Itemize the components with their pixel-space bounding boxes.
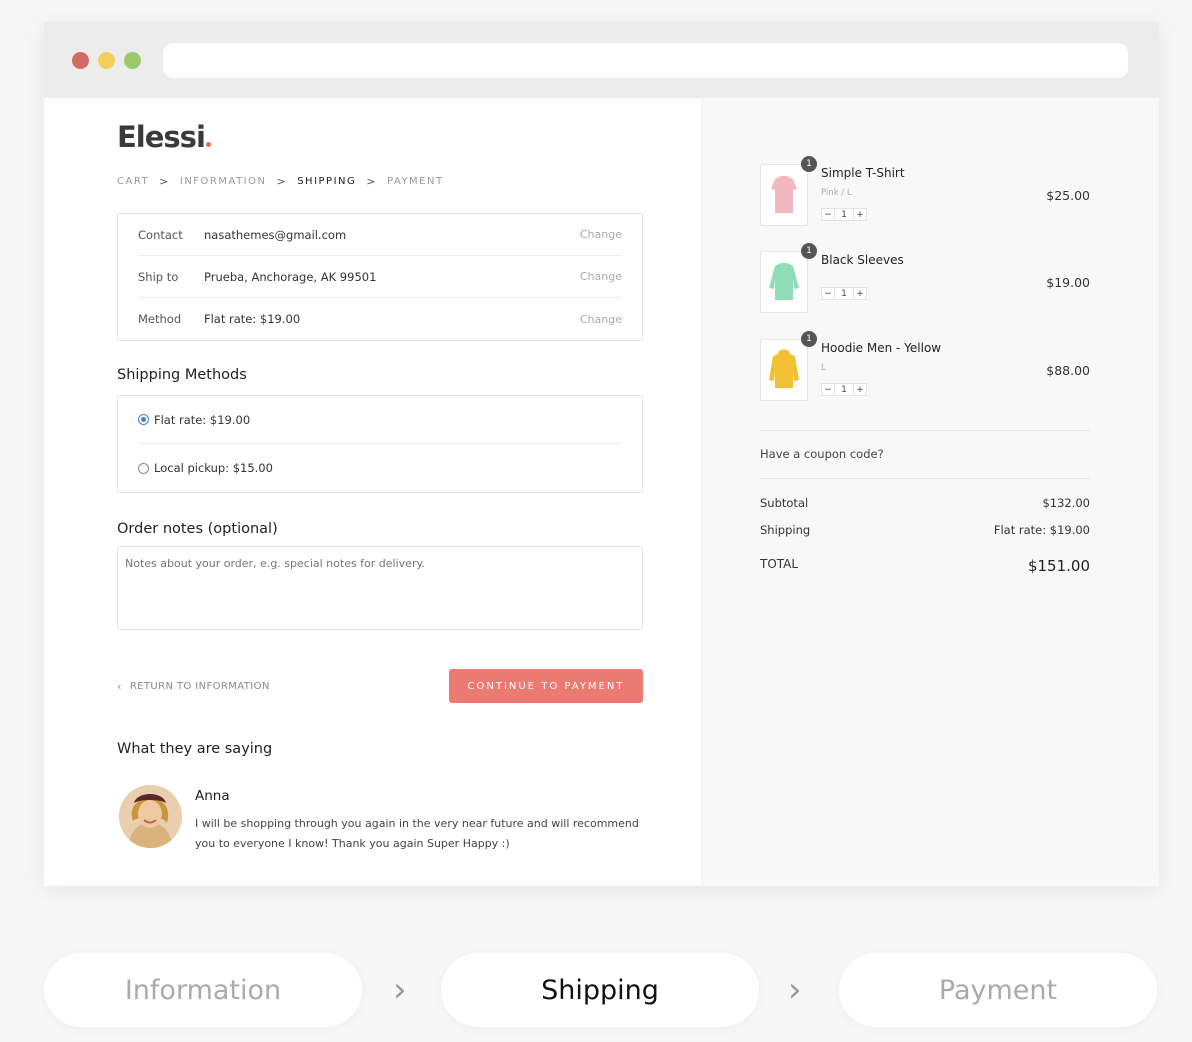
change-ship-to-link[interactable]: Change bbox=[580, 270, 622, 283]
flat-rate-label: Flat rate: $19.00 bbox=[154, 412, 251, 427]
quantity-badge: 1 bbox=[801, 243, 817, 259]
chevron-right-icon: > bbox=[159, 175, 170, 188]
tshirt-icon bbox=[771, 176, 797, 213]
item-variant: Pink / L bbox=[821, 188, 852, 198]
shipping-label: Shipping bbox=[760, 523, 811, 537]
sweater-icon bbox=[769, 263, 799, 300]
checkout-form-panel: Elessi CART > INFORMATION > SHIPPING > P… bbox=[44, 98, 702, 886]
breadcrumb-information[interactable]: INFORMATION bbox=[180, 176, 267, 187]
chevron-right-icon: › bbox=[788, 970, 802, 1010]
radio-unselected-icon[interactable] bbox=[138, 462, 149, 474]
quantity-value[interactable]: 1 bbox=[835, 383, 853, 396]
coupon-link[interactable]: Have a coupon code? bbox=[760, 447, 884, 461]
contact-value: nasathemes@gmail.com bbox=[204, 227, 347, 242]
radio-selected-icon[interactable] bbox=[138, 414, 149, 425]
minimize-window-button[interactable] bbox=[98, 52, 115, 69]
ship-to-label: Ship to bbox=[138, 269, 179, 284]
chevron-right-icon: > bbox=[366, 175, 377, 188]
quantity-badge: 1 bbox=[801, 156, 817, 172]
avatar bbox=[119, 785, 182, 848]
shipping-option-flat-rate[interactable]: Flat rate: $19.00 bbox=[138, 396, 622, 444]
hoodie-icon bbox=[769, 349, 799, 388]
logo-dot-icon bbox=[205, 142, 211, 147]
order-summary-panel: 1 Simple T-Shirt Pink / L − 1 + $25.00 1… bbox=[702, 98, 1159, 886]
ship-to-value: Prueba, Anchorage, AK 99501 bbox=[204, 269, 377, 284]
testimonials-title: What they are saying bbox=[117, 741, 273, 757]
step-shipping[interactable]: Shipping bbox=[441, 953, 759, 1027]
method-label: Method bbox=[138, 312, 182, 326]
divider bbox=[760, 478, 1090, 479]
maximize-window-button[interactable] bbox=[124, 52, 141, 69]
decrease-quantity-button[interactable]: − bbox=[821, 208, 835, 221]
item-price: $25.00 bbox=[1046, 188, 1090, 203]
cart-item: 1 Black Sleeves − 1 + $19.00 bbox=[760, 243, 1090, 313]
contact-row: Contact nasathemes@gmail.com Change bbox=[138, 214, 622, 256]
return-label: RETURN TO INFORMATION bbox=[129, 681, 270, 692]
continue-to-payment-button[interactable]: CONTINUE TO PAYMENT bbox=[449, 669, 643, 703]
return-to-information-link[interactable]: ‹ RETURN TO INFORMATION bbox=[117, 680, 270, 693]
logo-text: Elessi bbox=[117, 120, 206, 154]
browser-titlebar bbox=[44, 22, 1159, 98]
total-label: TOTAL bbox=[760, 557, 799, 571]
item-price: $88.00 bbox=[1046, 363, 1090, 378]
cart-item: 1 Simple T-Shirt Pink / L − 1 + $25.00 bbox=[760, 156, 1090, 226]
increase-quantity-button[interactable]: + bbox=[853, 287, 867, 300]
quantity-value[interactable]: 1 bbox=[835, 287, 853, 300]
item-variant: L bbox=[821, 363, 826, 373]
chevron-left-icon: ‹ bbox=[117, 680, 122, 693]
address-bar[interactable] bbox=[163, 43, 1128, 78]
breadcrumb-cart[interactable]: CART bbox=[117, 176, 149, 187]
subtotal-value: $132.00 bbox=[1042, 496, 1090, 510]
method-value: Flat rate: $19.00 bbox=[204, 312, 301, 326]
testimonial-author: Anna bbox=[195, 788, 230, 804]
total-row: TOTAL $151.00 bbox=[760, 557, 1090, 575]
product-thumbnail bbox=[760, 164, 808, 226]
decrease-quantity-button[interactable]: − bbox=[821, 287, 835, 300]
quantity-value[interactable]: 1 bbox=[835, 208, 853, 221]
shipping-row: Shipping Flat rate: $19.00 bbox=[760, 523, 1090, 537]
product-thumbnail bbox=[760, 339, 808, 401]
breadcrumb-payment: PAYMENT bbox=[386, 176, 444, 187]
item-name[interactable]: Black Sleeves bbox=[821, 253, 904, 267]
step-information[interactable]: Information bbox=[44, 953, 362, 1027]
testimonial-text: I will be shopping through you again in … bbox=[195, 817, 639, 850]
breadcrumb: CART > INFORMATION > SHIPPING > PAYMENT bbox=[117, 175, 444, 188]
breadcrumb-shipping: SHIPPING bbox=[297, 176, 357, 187]
shipping-value: Flat rate: $19.00 bbox=[993, 523, 1090, 537]
quantity-badge: 1 bbox=[801, 331, 817, 347]
decrease-quantity-button[interactable]: − bbox=[821, 383, 835, 396]
change-method-link[interactable]: Change bbox=[580, 313, 622, 326]
item-price: $19.00 bbox=[1046, 275, 1090, 290]
increase-quantity-button[interactable]: + bbox=[853, 208, 867, 221]
quantity-stepper: − 1 + bbox=[821, 383, 867, 396]
item-name[interactable]: Simple T-Shirt bbox=[821, 166, 905, 180]
product-thumbnail bbox=[760, 251, 808, 313]
cart-item: 1 Hoodie Men - Yellow L − 1 + $88.00 bbox=[760, 331, 1090, 401]
order-notes-input[interactable] bbox=[117, 546, 643, 630]
shipping-methods-box: Flat rate: $19.00 Local pickup: $15.00 bbox=[117, 395, 643, 493]
method-row: Method Flat rate: $19.00 Change bbox=[138, 298, 622, 340]
chevron-right-icon: › bbox=[393, 970, 407, 1010]
contact-label: Contact bbox=[138, 227, 183, 242]
item-name[interactable]: Hoodie Men - Yellow bbox=[821, 341, 941, 355]
step-payment[interactable]: Payment bbox=[839, 953, 1157, 1027]
browser-window: Elessi CART > INFORMATION > SHIPPING > P… bbox=[44, 22, 1159, 886]
shipping-methods-title: Shipping Methods bbox=[117, 367, 247, 383]
brand-logo[interactable]: Elessi bbox=[117, 120, 211, 154]
subtotal-row: Subtotal $132.00 bbox=[760, 496, 1090, 510]
change-contact-link[interactable]: Change bbox=[580, 228, 622, 241]
close-window-button[interactable] bbox=[72, 52, 89, 69]
order-notes-title: Order notes (optional) bbox=[117, 521, 278, 537]
subtotal-label: Subtotal bbox=[760, 496, 809, 510]
chevron-right-icon: > bbox=[276, 175, 288, 188]
total-value: $151.00 bbox=[1027, 557, 1090, 575]
ship-to-row: Ship to Prueba, Anchorage, AK 99501 Chan… bbox=[138, 256, 622, 298]
shipping-option-local-pickup[interactable]: Local pickup: $15.00 bbox=[138, 444, 622, 492]
local-pickup-label: Local pickup: $15.00 bbox=[154, 461, 273, 475]
quantity-stepper: − 1 + bbox=[821, 287, 867, 300]
increase-quantity-button[interactable]: + bbox=[853, 383, 867, 396]
order-review-box: Contact nasathemes@gmail.com Change Ship… bbox=[117, 213, 643, 341]
divider bbox=[760, 430, 1090, 431]
quantity-stepper: − 1 + bbox=[821, 208, 867, 221]
